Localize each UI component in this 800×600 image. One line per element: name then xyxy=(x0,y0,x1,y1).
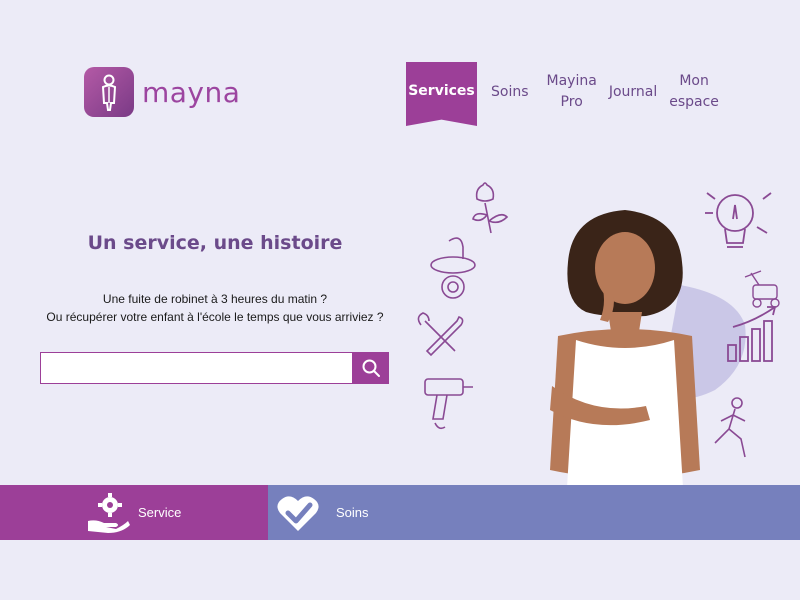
footer-service-tab[interactable]: Service xyxy=(0,485,268,540)
search-icon xyxy=(362,359,380,377)
search-bar xyxy=(40,352,389,384)
search-input[interactable] xyxy=(40,352,353,384)
nav-services[interactable]: Services xyxy=(406,62,477,126)
nav-mon-espace-label-2: espace xyxy=(669,94,719,110)
nav-mon-espace[interactable]: Mon espace xyxy=(665,62,723,122)
nav-mayina-pro-label-1: Mayina xyxy=(546,73,597,89)
search-button[interactable] xyxy=(353,352,389,384)
hero-line-2: Ou récupérer votre enfant à l'école le t… xyxy=(46,310,384,324)
nav-mayina-pro[interactable]: Mayina Pro xyxy=(541,62,603,122)
nav-mayina-pro-label-2: Pro xyxy=(560,94,583,110)
hero-line-1: Une fuite de robinet à 3 heures du matin… xyxy=(102,292,328,306)
flower-icon xyxy=(472,182,509,234)
tools-icon xyxy=(417,312,464,357)
hero-subtext: Une fuite de robinet à 3 heures du matin… xyxy=(0,290,430,326)
lawnmower-icon xyxy=(744,270,780,308)
hero-headline: Un service, une histoire xyxy=(87,232,343,254)
pacifier-icon xyxy=(430,237,476,299)
brand-logo[interactable]: mayna xyxy=(84,67,240,117)
brand-name: mayna xyxy=(142,75,241,109)
nav-services-label: Services xyxy=(408,82,475,99)
heart-check-icon xyxy=(277,495,319,531)
nav-mon-espace-label-1: Mon xyxy=(679,73,709,89)
footer-soins-label: Soins xyxy=(336,505,369,520)
main-nav: Services Soins Mayina Pro Journal Mon es… xyxy=(406,62,723,126)
runner-icon xyxy=(714,397,746,458)
drill-icon xyxy=(424,378,473,430)
lightbulb-icon xyxy=(705,192,772,248)
footer-service-label: Service xyxy=(138,505,182,520)
nav-soins[interactable]: Soins xyxy=(477,62,541,122)
logo-mark-icon xyxy=(84,67,134,117)
nav-journal[interactable]: Journal xyxy=(603,62,665,122)
hand-gear-icon xyxy=(88,492,130,533)
footer-soins-tab[interactable]: Soins xyxy=(268,485,800,540)
nav-journal-label: Journal xyxy=(608,83,658,100)
nav-soins-label: Soins xyxy=(491,83,529,100)
